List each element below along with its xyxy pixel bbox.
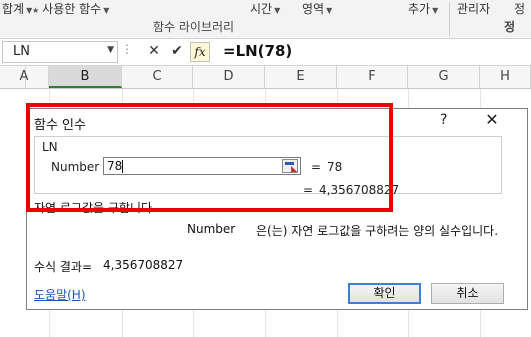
dialog-title: 함수 인수 [34, 118, 86, 133]
arg-evaluated-value: 78 [327, 160, 343, 174]
function-description: 자연 로그값을 구합니다. [34, 201, 156, 215]
column-header-b[interactable]: B [49, 66, 122, 88]
column-header-f[interactable]: F [337, 66, 408, 88]
column-header-h[interactable]: H [480, 66, 531, 88]
recent-functions-button[interactable]: ★ 사용한 함수 ▼ [32, 0, 109, 17]
ribbon-divider [449, 2, 450, 36]
define-name-button[interactable]: 정 [514, 0, 525, 17]
add-button[interactable]: 추가 ▼ [408, 0, 438, 17]
insert-function-icon[interactable]: fx [190, 42, 210, 62]
arguments-group: LN Number 78 ◣ = 78 [34, 136, 502, 194]
cancel-edit-icon[interactable]: ✕ [145, 42, 163, 60]
chevron-down-icon: ▼ [103, 6, 110, 15]
number-arg-label: Number [51, 160, 100, 174]
ribbon: 합계 ▼ ★ 사용한 함수 ▼ 시간 ▼ 영역 ▼ 추가 ▼ 관리자 정 정 함수 라이브러… [0, 0, 531, 39]
close-icon[interactable]: ✕ [481, 109, 503, 131]
time-button[interactable]: 시간 ▼ [250, 0, 280, 17]
recent-functions-label: 사용한 함수 [42, 2, 102, 16]
formula-bar-grip-icon[interactable]: ⋮ [121, 42, 134, 56]
autosum-button[interactable]: 합계 ▼ [2, 0, 32, 17]
text-caret [122, 160, 123, 173]
function-arguments-dialog: 함수 인수 ? ✕ LN Number 78 ◣ = 78 = 4,356708… [26, 108, 528, 310]
function-library-group-label: 함수 라이브러리 [153, 20, 235, 34]
recent-icon: ★ [32, 6, 40, 15]
name-box-value: LN [13, 44, 30, 59]
function-result-value: 4,356708827 [319, 183, 400, 197]
collapse-dialog-icon-arrow: ◣ [291, 164, 298, 173]
column-header-g[interactable]: G [408, 66, 480, 88]
collapse-dialog-icon[interactable]: ◣ [282, 159, 298, 173]
ok-button[interactable]: 확인 [348, 283, 421, 304]
column-header-d[interactable]: D [193, 66, 265, 88]
chevron-down-icon: ▼ [432, 6, 439, 15]
area-button[interactable]: 영역 ▼ [302, 0, 332, 17]
chevron-down-icon[interactable]: ▼ [107, 45, 114, 55]
area-label: 영역 [302, 2, 325, 16]
formula-result-value: 4,356708827 [103, 258, 184, 272]
help-link[interactable]: 도움말(H) [34, 286, 86, 303]
column-header-c[interactable]: C [122, 66, 193, 88]
formula-result-label: 수식 결과= [34, 260, 93, 274]
help-icon[interactable]: ? [440, 112, 447, 128]
number-arg-input[interactable]: 78 ◣ [103, 157, 301, 175]
cancel-button[interactable]: 취소 [431, 283, 504, 304]
column-headers: A B C D E F G H [0, 66, 531, 89]
chevron-down-icon: ▼ [326, 6, 333, 15]
result-equals-sign: = [303, 183, 314, 197]
add-label: 추가 [408, 2, 431, 16]
define-name-label-2: 정 [504, 20, 516, 34]
name-box[interactable]: LN ▼ [2, 41, 118, 63]
chevron-down-icon: ▼ [274, 6, 281, 15]
arg-equals-sign: = [311, 160, 322, 174]
name-manager-label: 관리자 [457, 2, 491, 16]
arg-description-name: Number [187, 222, 236, 236]
autosum-label: 합계 [2, 2, 25, 16]
time-label: 시간 [250, 2, 273, 16]
define-name-label: 정 [514, 2, 526, 16]
arg-description-text: 은(는) 자연 로그값을 구하려는 양의 실수입니다. [256, 224, 499, 238]
name-manager-button[interactable]: 관리자 [457, 0, 490, 17]
function-name-label: LN [42, 140, 58, 154]
formula-input[interactable]: =LN(78) [223, 42, 292, 60]
column-header-e[interactable]: E [265, 66, 337, 88]
confirm-edit-icon[interactable]: ✔ [168, 42, 186, 60]
column-header-a[interactable]: A [0, 66, 49, 88]
formula-bar: LN ▼ ⋮ ✕ ✔ fx =LN(78) [0, 39, 531, 66]
number-arg-value: 78 [107, 159, 123, 173]
